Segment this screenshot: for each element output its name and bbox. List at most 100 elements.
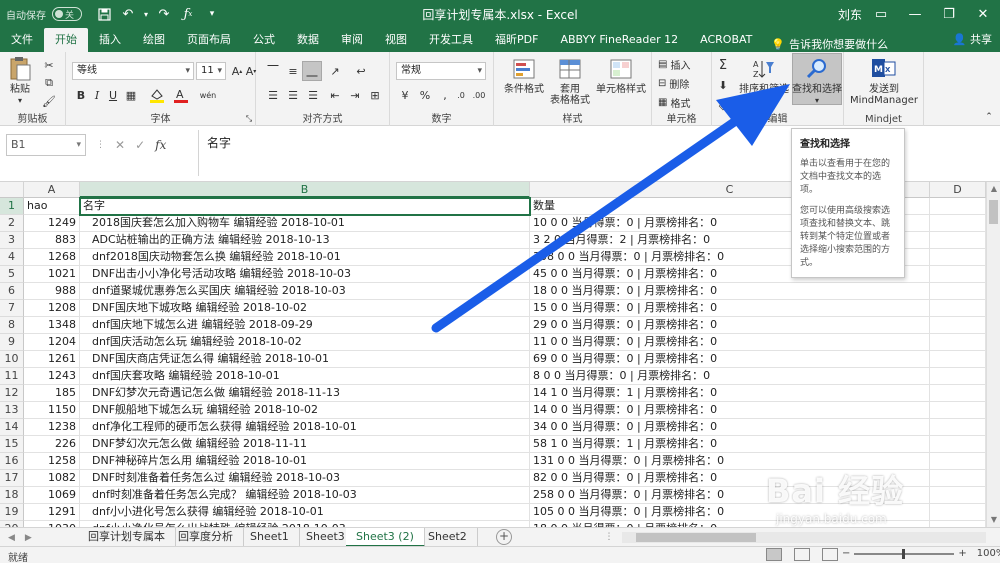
tab-11[interactable]: ABBYY FineReader 12: [549, 28, 689, 52]
column-header-a[interactable]: A: [24, 182, 80, 198]
cell-b[interactable]: DNF幻梦次元奇遇记怎么做 编辑经验 2018-11-13: [80, 385, 530, 402]
row-header[interactable]: 3: [0, 232, 24, 249]
page-break-view-icon[interactable]: [822, 548, 838, 561]
cell-b[interactable]: DNF梦幻次元怎么做 编辑经验 2018-11-11: [80, 436, 530, 453]
cell-empty[interactable]: [930, 300, 986, 317]
undo-icon[interactable]: ↶: [118, 4, 138, 24]
cell-c[interactable]: 8 0 0 当月得票：0 | 月票榜排名：0: [530, 368, 930, 385]
cell-empty[interactable]: [930, 215, 986, 232]
row-header[interactable]: 6: [0, 283, 24, 300]
row-header[interactable]: 18: [0, 487, 24, 504]
zoom-out-icon[interactable]: −: [842, 548, 850, 559]
cell-b[interactable]: dnf国庆地下城怎么进 编辑经验 2018-09-29: [80, 317, 530, 334]
delete-cells-button[interactable]: ⊟ 删除: [658, 76, 689, 91]
insert-cells-button[interactable]: ▤ 插入: [658, 57, 690, 72]
cell-b[interactable]: DNF舰船地下城怎么玩 编辑经验 2018-10-02: [80, 402, 530, 419]
cancel-icon[interactable]: ✕: [115, 138, 125, 152]
row-header[interactable]: 17: [0, 470, 24, 487]
fill-icon[interactable]: ⬇: [714, 76, 732, 94]
sheet-tab[interactable]: Sheet3 (2): [346, 528, 425, 547]
cell-a[interactable]: 988: [24, 283, 80, 300]
cell-empty[interactable]: [930, 249, 986, 266]
cell-a[interactable]: 1261: [24, 351, 80, 368]
cell-b[interactable]: DNF国庆地下城攻略 编辑经验 2018-10-02: [80, 300, 530, 317]
row-header[interactable]: 8: [0, 317, 24, 334]
cell-empty[interactable]: [930, 368, 986, 385]
redo-icon[interactable]: ↷: [154, 4, 174, 24]
zoom-slider-knob[interactable]: [902, 548, 906, 559]
cell-empty[interactable]: [930, 419, 986, 436]
row-header[interactable]: 19: [0, 504, 24, 521]
vertical-scrollbar[interactable]: ▲ ▼: [986, 182, 1000, 527]
cell-c[interactable]: 11 0 0 当月得票：0 | 月票榜排名：0: [530, 334, 930, 351]
format-cells-button[interactable]: ▦ 格式: [658, 95, 690, 110]
phonetic-icon[interactable]: wén: [196, 86, 220, 104]
merge-center-icon[interactable]: ⊞: [366, 86, 384, 104]
collapse-ribbon-icon[interactable]: ⌃: [980, 108, 998, 126]
cell-b[interactable]: DNF出击小小净化号活动攻略 编辑经验 2018-10-03: [80, 266, 530, 283]
row-header[interactable]: 4: [0, 249, 24, 266]
column-header-d[interactable]: D: [930, 182, 986, 198]
conditional-format-button[interactable]: 条件格式: [502, 56, 546, 95]
zoom-level[interactable]: 100%: [977, 548, 1000, 559]
cell-b[interactable]: dnf国庆活动怎么玩 编辑经验 2018-10-02: [80, 334, 530, 351]
zoom-in-icon[interactable]: +: [958, 548, 966, 559]
cell-styles-button[interactable]: 单元格样式: [594, 56, 648, 95]
cell-c[interactable]: 34 0 0 当月得票：0 | 月票榜排名：0: [530, 419, 930, 436]
autosum-icon[interactable]: Σ: [714, 56, 732, 74]
cell-b[interactable]: DNF时刻准备着任务怎么过 编辑经验 2018-10-03: [80, 470, 530, 487]
tab-2[interactable]: 插入: [88, 28, 132, 52]
sort-filter-button[interactable]: AZ 排序和筛选: [738, 56, 790, 95]
cell-a[interactable]: 1291: [24, 504, 80, 521]
indent-icon[interactable]: ⇤: [326, 86, 344, 104]
find-select-button[interactable]: 查找和选择 ▾: [790, 56, 844, 106]
tab-0[interactable]: 文件: [0, 28, 44, 52]
row-header[interactable]: 13: [0, 402, 24, 419]
add-sheet-icon[interactable]: +: [496, 529, 512, 545]
cell-empty[interactable]: [930, 198, 986, 215]
tab-3[interactable]: 绘图: [132, 28, 176, 52]
cell-a[interactable]: 1243: [24, 368, 80, 385]
row-header[interactable]: 1: [0, 198, 24, 215]
cell-b[interactable]: dnf小小进化号怎么获得 编辑经验 2018-10-01: [80, 504, 530, 521]
cell-b[interactable]: DNF国庆商店凭证怎么得 编辑经验 2018-10-01: [80, 351, 530, 368]
autosave-toggle[interactable]: 关: [52, 7, 82, 21]
maximize-icon[interactable]: ❐: [932, 0, 966, 28]
align-bottom-icon[interactable]: ⎽: [303, 62, 321, 80]
row-header[interactable]: 10: [0, 351, 24, 368]
cell-a[interactable]: 1348: [24, 317, 80, 334]
page-layout-view-icon[interactable]: [794, 548, 810, 561]
name-box[interactable]: B1: [6, 134, 86, 156]
cell-empty[interactable]: [930, 283, 986, 300]
column-header-b[interactable]: B: [80, 182, 530, 198]
normal-view-icon[interactable]: [766, 548, 782, 561]
tab-7[interactable]: 审阅: [330, 28, 374, 52]
user-name[interactable]: 刘东: [838, 6, 862, 23]
enter-icon[interactable]: ✓: [135, 138, 145, 152]
horizontal-scroll-thumb[interactable]: [636, 533, 756, 542]
cell-b[interactable]: dnf净化工程师的硬币怎么获得 编辑经验 2018-10-01: [80, 419, 530, 436]
align-middle-icon[interactable]: ≡: [284, 62, 302, 80]
cell-empty[interactable]: [930, 334, 986, 351]
cell-a[interactable]: 1021: [24, 266, 80, 283]
cell-b[interactable]: 名字: [79, 197, 531, 216]
cell-empty[interactable]: [930, 232, 986, 249]
copy-icon[interactable]: ⧉: [40, 74, 58, 92]
cell-empty[interactable]: [930, 487, 986, 504]
tab-6[interactable]: 数据: [286, 28, 330, 52]
cell-empty[interactable]: [930, 436, 986, 453]
cell-a[interactable]: 185: [24, 385, 80, 402]
align-center-icon[interactable]: ☰: [284, 86, 302, 104]
align-left-icon[interactable]: ☰: [264, 86, 282, 104]
increase-decimal-icon[interactable]: .0: [452, 86, 470, 104]
cell-a[interactable]: 1208: [24, 300, 80, 317]
tab-9[interactable]: 开发工具: [418, 28, 484, 52]
format-as-table-button[interactable]: 套用 表格格式: [546, 56, 594, 106]
fill-color-icon[interactable]: [148, 86, 166, 104]
align-top-icon[interactable]: ⎺: [264, 62, 282, 80]
cell-a[interactable]: 1069: [24, 487, 80, 504]
cell-c[interactable]: 18 0 0 当月得票：0 | 月票榜排名：0: [530, 283, 930, 300]
cell-a[interactable]: 1082: [24, 470, 80, 487]
cell-a[interactable]: 1150: [24, 402, 80, 419]
cell-empty[interactable]: [930, 402, 986, 419]
